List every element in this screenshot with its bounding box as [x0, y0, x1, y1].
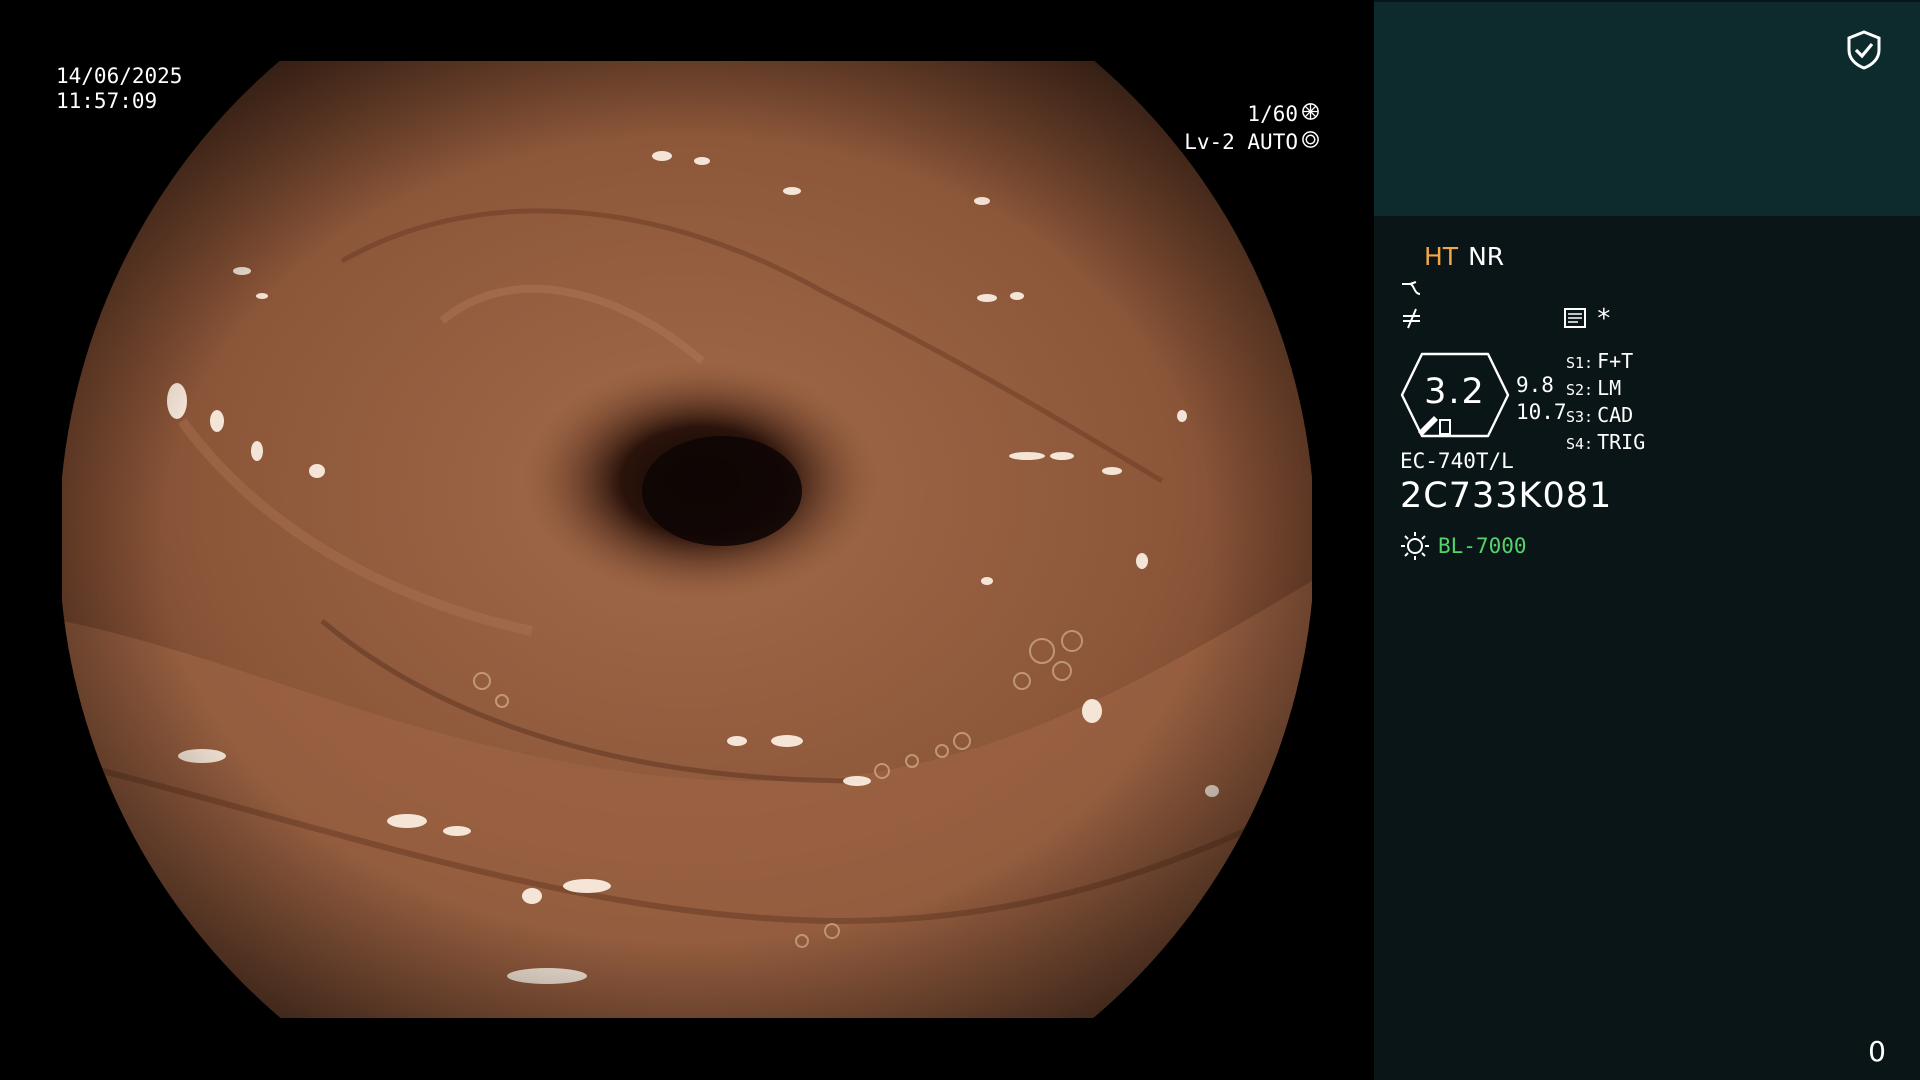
- setting-s1: S1: F+T: [1566, 349, 1634, 373]
- light-source: BL-7000: [1400, 531, 1527, 561]
- zoom-ratio-1: 9.8: [1516, 373, 1554, 397]
- info-panel: HT NR * 3.2 9.8 10.7 S1: F+T S2: LM S3: CAD …: [1374, 0, 1920, 1080]
- setting-s2: S2: LM: [1566, 376, 1622, 400]
- endoscope-image: [62, 61, 1312, 1018]
- light-source-icon: [1401, 532, 1429, 560]
- metering-icon: [1301, 128, 1320, 156]
- exposure-info: 1/60 Lv-2 AUTO: [1184, 100, 1320, 156]
- scope-serial: 2C733K081: [1400, 476, 1613, 516]
- setting-s4: S4: TRIG: [1566, 430, 1646, 454]
- mode-nr: NR: [1468, 242, 1505, 271]
- light-source-label: BL-7000: [1438, 534, 1527, 558]
- setting-s3: S3: CAD: [1566, 403, 1634, 427]
- zoom-value: 3.2: [1424, 372, 1486, 412]
- date-text: 14/06/2025: [56, 64, 183, 88]
- structure-enhance-icon: [1400, 278, 1424, 298]
- shutter-text: 1/60: [1247, 102, 1298, 126]
- switch-settings: S1: F+T S2: LM S3: CAD S4: TRIG: [1566, 349, 1645, 457]
- zoom-ratio-2: 10.7: [1516, 400, 1567, 424]
- exposure-mode-text: Lv-2 AUTO: [1184, 130, 1298, 154]
- aperture-icon: [1301, 100, 1320, 128]
- zoom-ratios: 9.8 10.7: [1516, 372, 1567, 426]
- star-indicator: *: [1596, 304, 1612, 334]
- processing-modes: HT NR: [1424, 242, 1504, 271]
- panel-header: [1374, 2, 1920, 216]
- scope-model: EC-740T/L: [1400, 449, 1514, 473]
- mode-ht: HT: [1424, 242, 1459, 271]
- memo-icon: [1564, 308, 1586, 328]
- shield-check-icon: [1847, 30, 1881, 70]
- datetime: 14/06/2025 11:57:09: [56, 64, 182, 114]
- time-text: 11:57:09: [56, 89, 158, 113]
- color-enhance-icon: [1400, 306, 1424, 330]
- frame-counter: 0: [1868, 1035, 1886, 1068]
